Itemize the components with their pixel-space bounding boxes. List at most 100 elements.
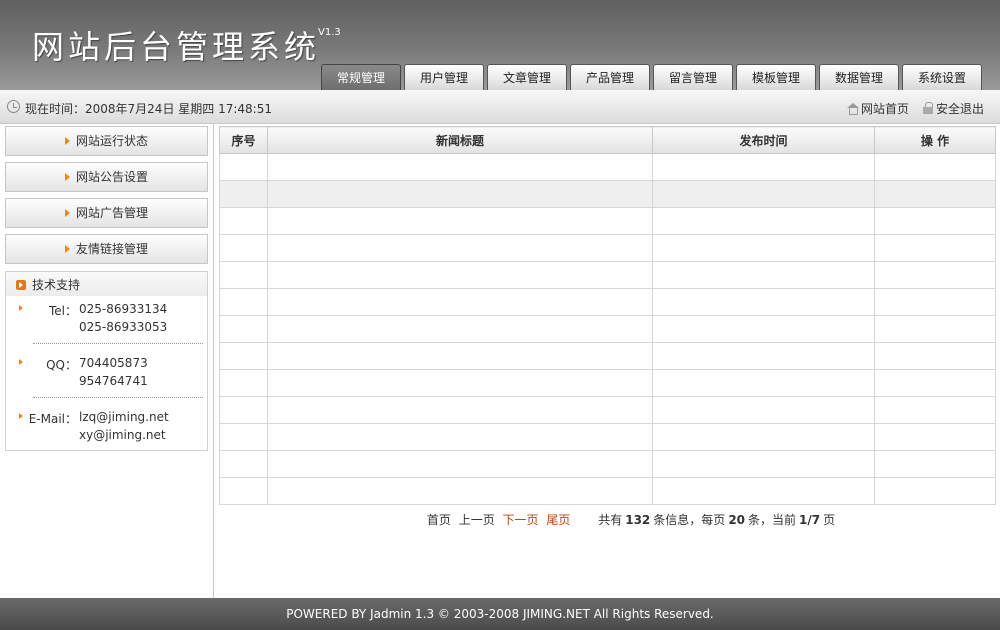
table-cell bbox=[652, 315, 875, 343]
tab-messages[interactable]: 留言管理 bbox=[653, 64, 733, 90]
table-row bbox=[219, 423, 996, 451]
table-cell bbox=[219, 153, 268, 181]
sidebar-item-label: 网站广告管理 bbox=[75, 206, 148, 220]
table-cell bbox=[652, 477, 875, 505]
tab-users[interactable]: 用户管理 bbox=[404, 64, 484, 90]
qq-value-1: 704405873 bbox=[79, 356, 148, 370]
site-title: 网站后台管理系统 V1.3 bbox=[32, 22, 341, 68]
table-cell bbox=[219, 423, 268, 451]
news-table: 序号 新闻标题 发布时间 操 作 bbox=[219, 126, 996, 505]
page-suffix: 页 bbox=[823, 513, 836, 527]
arrow-right-icon bbox=[19, 359, 23, 365]
support-icon bbox=[16, 280, 26, 290]
arrow-right-icon bbox=[64, 209, 70, 217]
last-page-link[interactable]: 尾页 bbox=[546, 513, 570, 527]
table-cell bbox=[652, 396, 875, 424]
qq-label: QQ： bbox=[46, 358, 77, 372]
table-cell bbox=[267, 423, 653, 451]
table-row bbox=[219, 369, 996, 397]
sidebar-item-label: 网站运行状态 bbox=[75, 134, 148, 148]
main-content: 序号 新闻标题 发布时间 操 作 首页 上一页 下一页 尾页 共有 132 条信息，… bbox=[219, 126, 996, 527]
table-cell bbox=[267, 369, 653, 397]
arrow-right-icon bbox=[19, 305, 23, 311]
tab-data[interactable]: 数据管理 bbox=[819, 64, 899, 90]
tab-products[interactable]: 产品管理 bbox=[570, 64, 650, 90]
sidebar-item-ads[interactable]: 网站广告管理 bbox=[5, 198, 208, 228]
pagination: 首页 上一页 下一页 尾页 共有 132 条信息，每页 20 条，当前 1/7 页 bbox=[219, 511, 995, 528]
table-cell bbox=[874, 477, 996, 505]
table-cell bbox=[267, 234, 653, 262]
table-cell bbox=[652, 180, 875, 208]
table-cell bbox=[874, 369, 996, 397]
header: 网站后台管理系统 V1.3 常规管理 用户管理 文章管理 产品管理 留言管理 模… bbox=[0, 0, 1000, 90]
logout-link[interactable]: 安全退出 bbox=[936, 102, 984, 116]
total-count: 132 bbox=[625, 513, 651, 527]
table-row bbox=[219, 288, 996, 316]
lock-icon bbox=[922, 102, 933, 114]
first-page-link[interactable]: 首页 bbox=[427, 513, 451, 527]
table-cell bbox=[267, 207, 653, 235]
current-page: 1/7 bbox=[799, 513, 821, 527]
table-cell bbox=[652, 261, 875, 289]
tab-general[interactable]: 常规管理 bbox=[321, 64, 401, 90]
table-cell bbox=[652, 153, 875, 181]
table-cell bbox=[267, 180, 653, 208]
current-time: 现在时间：2008年7月24日 星期四 17:48:51 bbox=[25, 102, 272, 116]
arrow-right-icon bbox=[19, 413, 23, 419]
table-cell bbox=[874, 180, 996, 208]
site-home-link[interactable]: 网站首页 bbox=[861, 102, 909, 116]
table-cell bbox=[874, 288, 996, 316]
total-suffix: 条信息，每页 bbox=[653, 513, 726, 527]
table-cell bbox=[874, 450, 996, 478]
table-cell bbox=[652, 450, 875, 478]
table-row bbox=[219, 315, 996, 343]
table-row bbox=[219, 477, 996, 505]
sidebar-item-site-status[interactable]: 网站运行状态 bbox=[5, 126, 208, 156]
tech-support-header: 技术支持 bbox=[6, 272, 207, 296]
total-prefix: 共有 bbox=[598, 513, 623, 527]
table-cell bbox=[652, 369, 875, 397]
footer: POWERED BY Jadmin 1.3 © 2003-2008 JIMING… bbox=[0, 598, 1000, 630]
table-cell bbox=[219, 315, 268, 343]
email-label: E-Mail： bbox=[28, 412, 77, 426]
table-cell bbox=[219, 288, 268, 316]
table-cell bbox=[874, 153, 996, 181]
sidebar-item-friend-links[interactable]: 友情链接管理 bbox=[5, 234, 208, 264]
table-cell bbox=[267, 153, 653, 181]
next-page-link[interactable]: 下一页 bbox=[503, 513, 539, 527]
sidebar: 网站运行状态 网站公告设置 网站广告管理 友情链接管理 技术支持 Tel： 02… bbox=[0, 124, 214, 598]
table-row bbox=[219, 207, 996, 235]
tech-support-title: 技术支持 bbox=[32, 278, 81, 292]
sidebar-item-announcements[interactable]: 网站公告设置 bbox=[5, 162, 208, 192]
divider bbox=[33, 397, 203, 398]
table-cell bbox=[219, 396, 268, 424]
per-page-suffix: 条，当前 bbox=[748, 513, 797, 527]
tel-label: Tel： bbox=[48, 304, 77, 318]
tab-articles[interactable]: 文章管理 bbox=[487, 64, 567, 90]
table-cell bbox=[219, 342, 268, 370]
tab-templates[interactable]: 模板管理 bbox=[736, 64, 816, 90]
table-cell bbox=[219, 261, 268, 289]
table-cell bbox=[652, 234, 875, 262]
table-cell bbox=[874, 342, 996, 370]
tab-system-settings[interactable]: 系统设置 bbox=[902, 64, 982, 90]
table-body bbox=[219, 153, 996, 505]
table-cell bbox=[267, 477, 653, 505]
table-row bbox=[219, 180, 996, 208]
table-cell bbox=[219, 369, 268, 397]
qq-value-2: 954764741 bbox=[79, 374, 148, 388]
sidebar-item-label: 网站公告设置 bbox=[75, 170, 148, 184]
site-title-text: 网站后台管理系统 bbox=[32, 28, 321, 66]
table-cell bbox=[652, 207, 875, 235]
table-row bbox=[219, 450, 996, 478]
prev-page-link[interactable]: 上一页 bbox=[459, 513, 495, 527]
email-value-2: xy@jiming.net bbox=[79, 428, 166, 442]
table-cell bbox=[219, 180, 268, 208]
table-cell bbox=[267, 288, 653, 316]
tel-value-2: 025-86933053 bbox=[79, 320, 168, 334]
per-page-count: 20 bbox=[728, 513, 746, 527]
table-cell bbox=[874, 234, 996, 262]
table-cell bbox=[219, 477, 268, 505]
table-cell bbox=[267, 342, 653, 370]
table-cell bbox=[874, 423, 996, 451]
